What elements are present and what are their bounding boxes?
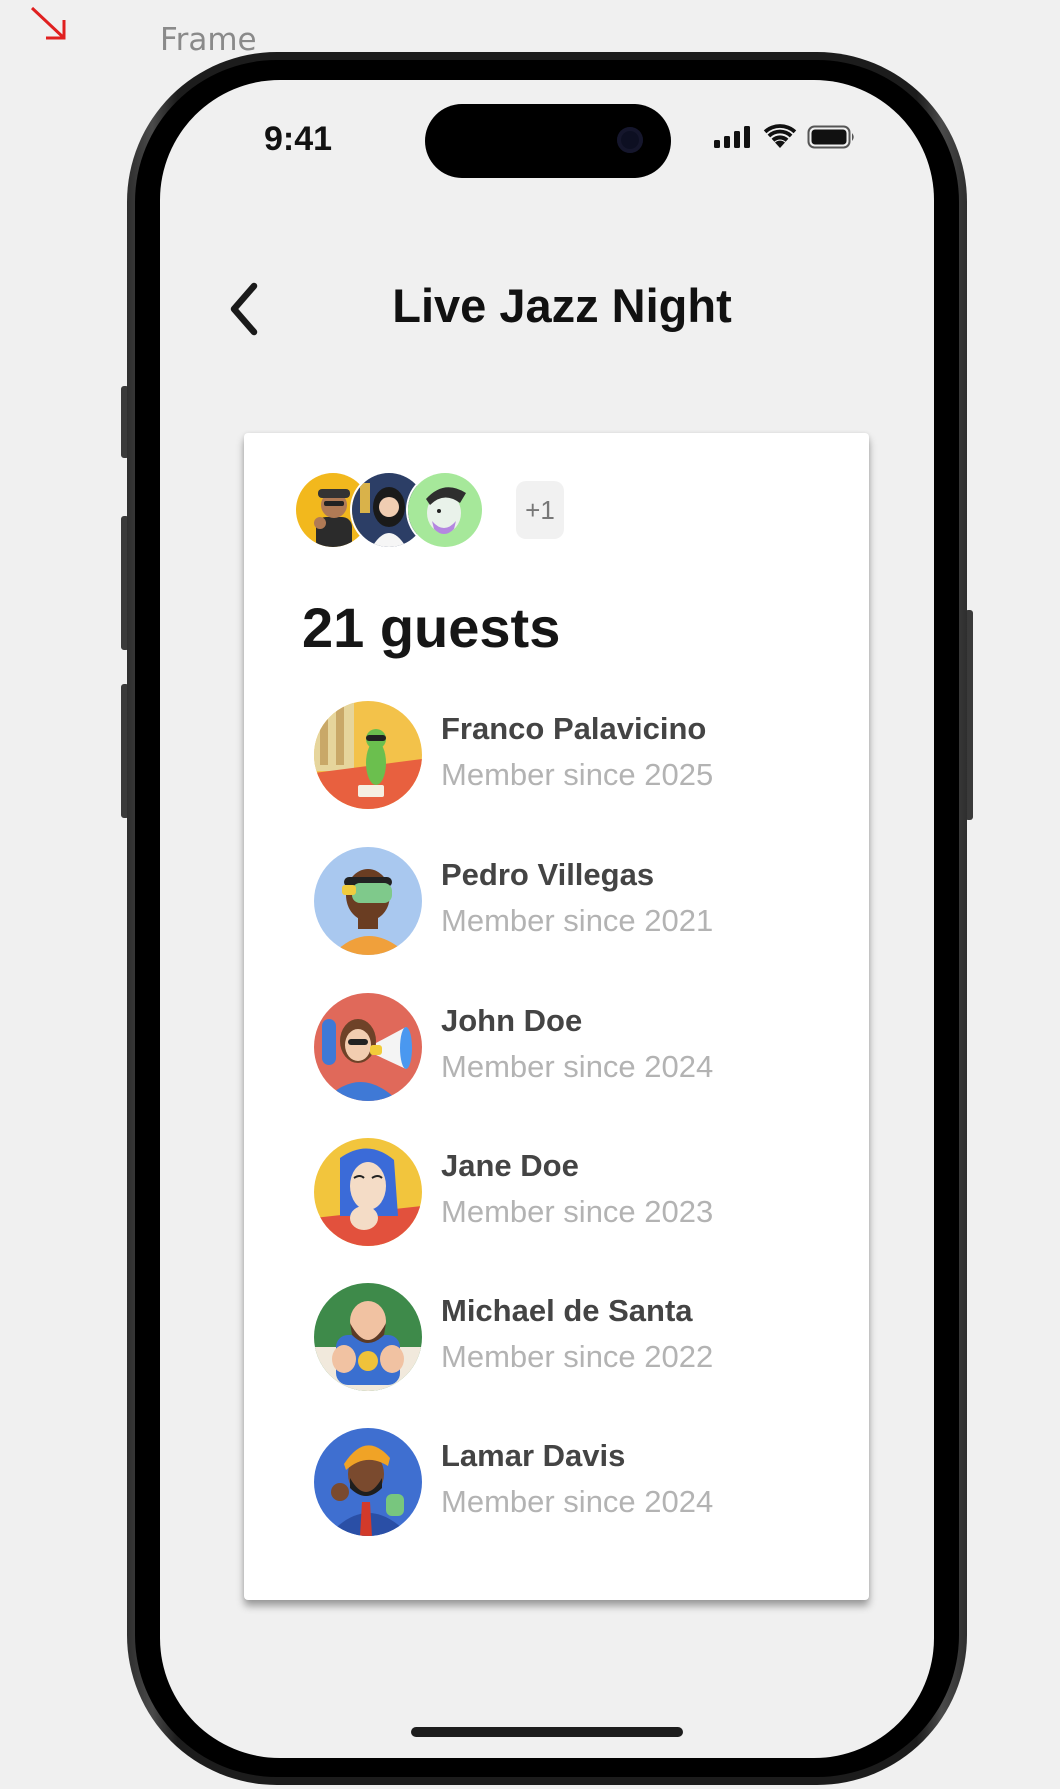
blue-hair-woman-avatar	[314, 1138, 422, 1246]
guest-count: 21 guests	[302, 596, 561, 659]
wifi-icon	[763, 124, 797, 148]
guest-member-since: Member since 2022	[441, 1339, 714, 1374]
arrow-icon	[30, 6, 66, 40]
guest-name: Michael de Santa	[441, 1293, 693, 1328]
guest-member-since: Member since 2025	[441, 757, 714, 792]
guest-name: Jane Doe	[441, 1148, 579, 1183]
guest-name: Lamar Davis	[441, 1438, 626, 1473]
list-item[interactable]: John Doe Member since 2024	[314, 993, 854, 1103]
list-item[interactable]: Michael de Santa Member since 2022	[314, 1283, 854, 1393]
guest-member-since: Member since 2024	[441, 1484, 714, 1519]
list-item[interactable]: Pedro Villegas Member since 2021	[314, 847, 854, 957]
status-time: 9:41	[264, 120, 333, 158]
phone-screen: 9:41 Live Jazz Night +1 21 guests Franco…	[160, 80, 934, 1758]
guest-name: John Doe	[441, 1003, 583, 1038]
vr-headset-man-avatar	[314, 847, 422, 955]
bearded-man-avatar	[314, 1283, 422, 1391]
camera-icon	[617, 127, 643, 153]
list-item[interactable]: Franco Palavicino Member since 2025	[314, 701, 854, 811]
guest-member-since: Member since 2021	[441, 903, 714, 938]
worm-character-avatar	[314, 701, 422, 809]
status-icons	[713, 124, 857, 150]
list-item[interactable]: Jane Doe Member since 2023	[314, 1138, 854, 1248]
guest-member-since: Member since 2023	[441, 1194, 714, 1229]
guest-member-since: Member since 2024	[441, 1049, 714, 1084]
list-item[interactable]: Lamar Davis Member since 2024	[314, 1428, 854, 1538]
guest-name: Pedro Villegas	[441, 857, 655, 892]
turban-man-avatar	[314, 1428, 422, 1536]
home-indicator[interactable]	[411, 1727, 683, 1737]
more-guests-chip[interactable]: +1	[516, 481, 564, 539]
frame-label: Frame	[160, 22, 257, 58]
green-character-avatar	[406, 471, 484, 549]
signal-icon	[714, 126, 750, 148]
guest-name: Franco Palavicino	[441, 711, 707, 746]
megaphone-woman-avatar	[314, 993, 422, 1101]
battery-icon	[807, 125, 854, 149]
dynamic-island	[425, 104, 671, 178]
page-title: Live Jazz Night	[392, 279, 732, 332]
guest-card: +1 21 guests Franco Palavicino Member si…	[244, 433, 869, 1600]
